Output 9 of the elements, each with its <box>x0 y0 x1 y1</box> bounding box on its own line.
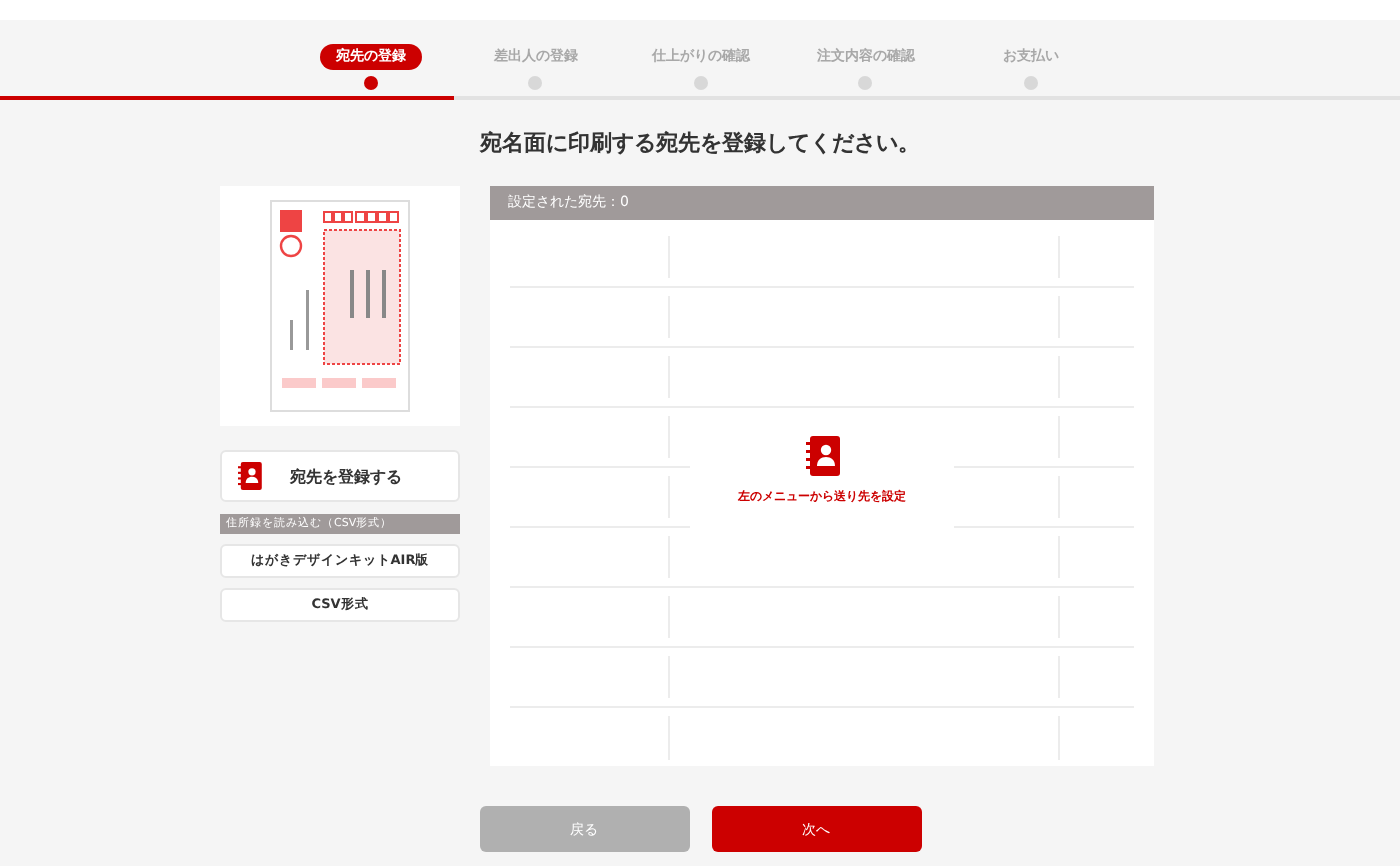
step-dot <box>363 76 378 90</box>
page-heading: 宛名面に印刷する宛先を登録してください。 <box>477 128 922 158</box>
address-book-icon <box>805 435 839 475</box>
step-dot <box>1023 76 1038 90</box>
step-dot <box>693 76 708 90</box>
step-dot <box>858 76 873 90</box>
step-dot <box>528 76 543 90</box>
address-book-icon <box>238 462 262 490</box>
register-recipient-button[interactable]: 宛先を登録する <box>220 450 460 502</box>
